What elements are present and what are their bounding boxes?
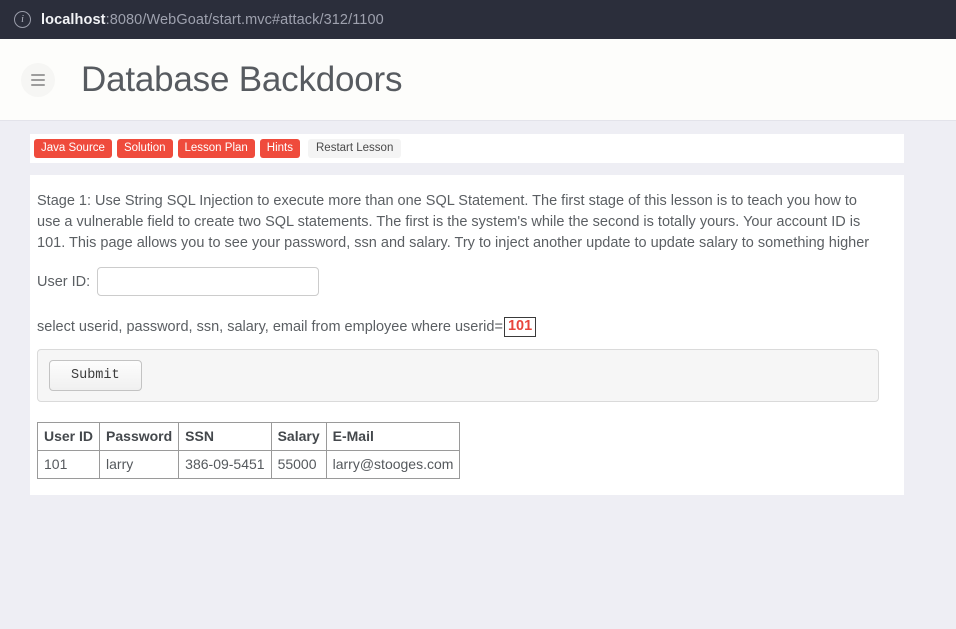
page-title: Database Backdoors	[81, 59, 403, 99]
user-id-input[interactable]	[97, 267, 320, 296]
hamburger-line	[31, 73, 45, 76]
info-circle-icon: i	[14, 11, 31, 28]
sql-userid-value: 101	[503, 317, 537, 337]
hamburger-menu-icon[interactable]	[21, 62, 55, 97]
url-text: localhost:8080/WebGoat/start.mvc#attack/…	[41, 12, 384, 28]
hamburger-line	[31, 83, 45, 86]
main-content: Java Source Solution Lesson Plan Hints R…	[0, 121, 956, 495]
java-source-button[interactable]: Java Source	[34, 138, 112, 159]
cell-user-id: 101	[36, 450, 101, 479]
lesson-toolbar: Java Source Solution Lesson Plan Hints R…	[30, 134, 904, 163]
url-host: localhost	[41, 11, 106, 28]
hamburger-line	[31, 78, 45, 81]
user-id-form-row: User ID:	[37, 267, 884, 296]
column-header-salary: Salary	[270, 422, 327, 451]
cell-ssn: 386-09-5451	[178, 450, 272, 479]
browser-url-bar[interactable]: i localhost:8080/WebGoat/start.mvc#attac…	[0, 0, 956, 39]
table-row: 101 larry 386-09-5451 55000 larry@stooge…	[36, 450, 461, 479]
page-header: Database Backdoors	[0, 39, 956, 121]
lesson-panel: Stage 1: Use String SQL Injection to exe…	[30, 175, 904, 495]
url-path: :8080/WebGoat/start.mvc#attack/312/1100	[105, 11, 384, 28]
lesson-description: Stage 1: Use String SQL Injection to exe…	[37, 193, 870, 251]
cell-password: larry	[99, 450, 180, 479]
sql-query-text: select userid, password, ssn, salary, em…	[37, 319, 503, 335]
submit-panel: Submit	[37, 349, 879, 402]
restart-lesson-button[interactable]: Restart Lesson	[308, 138, 402, 159]
table-header-row: User ID Password SSN Salary E-Mail	[36, 422, 461, 451]
column-header-ssn: SSN	[178, 422, 272, 451]
column-header-email: E-Mail	[325, 422, 461, 451]
sql-query-line: select userid, password, ssn, salary, em…	[37, 317, 884, 337]
hints-button[interactable]: Hints	[259, 138, 300, 159]
submit-button[interactable]: Submit	[49, 360, 142, 391]
results-table: User ID Password SSN Salary E-Mail 101 l…	[36, 422, 461, 479]
solution-button[interactable]: Solution	[116, 138, 173, 159]
lesson-plan-button[interactable]: Lesson Plan	[177, 138, 255, 159]
column-header-password: Password	[99, 422, 180, 451]
cell-email: larry@stooges.com	[325, 450, 461, 479]
user-id-label: User ID:	[37, 273, 91, 290]
cell-salary: 55000	[270, 450, 327, 479]
column-header-user-id: User ID	[36, 422, 101, 451]
